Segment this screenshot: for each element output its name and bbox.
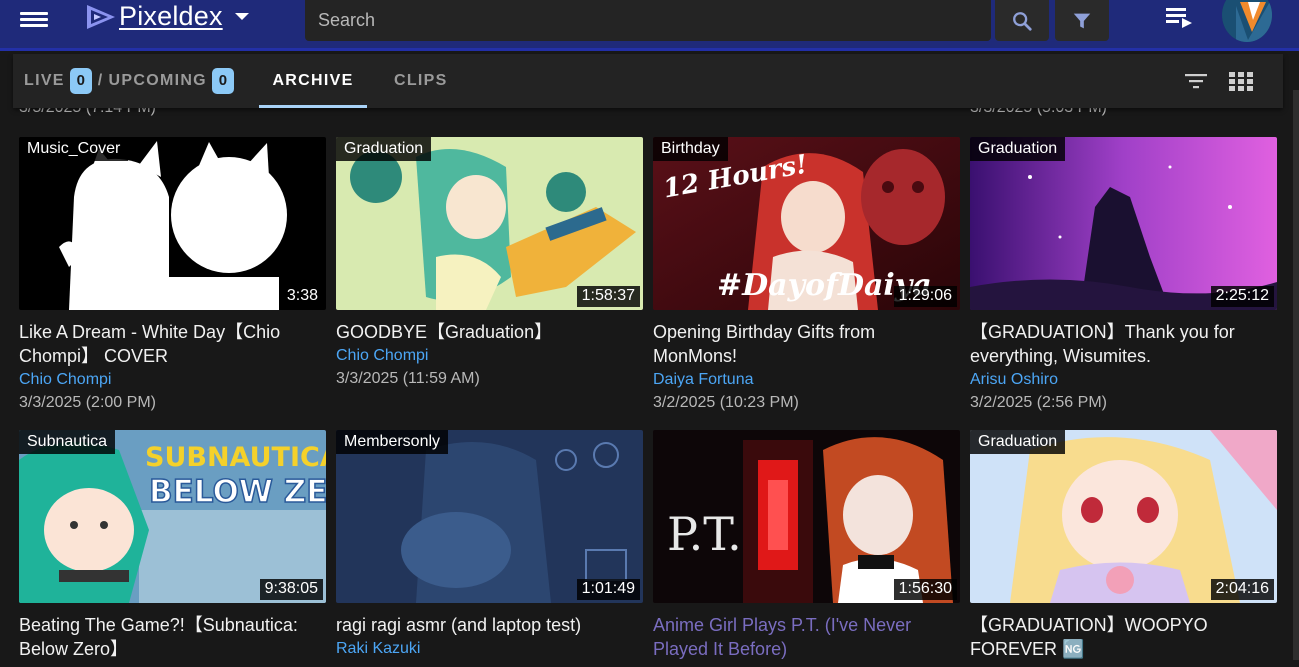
video-title[interactable]: Opening Birthday Gifts from MonMons! — [653, 320, 960, 368]
avatar[interactable] — [1222, 0, 1272, 42]
search-icon — [1013, 11, 1032, 31]
topic-badge: Graduation — [970, 430, 1066, 454]
video-date: 3/3/2025 (11:59 AM) — [336, 370, 480, 387]
duration-badge: 1:56:30 — [893, 579, 957, 600]
scrollbar[interactable] — [1293, 90, 1299, 660]
video-card[interactable]: SUBNAUTICA BELOW ZERO Subnautica 9:38:05… — [19, 430, 326, 661]
thumbnail-text: SUBNAUTICA — [145, 442, 326, 473]
video-card[interactable]: P.T. 1:56:30 Anime Girl Plays P.T. (I've… — [653, 430, 960, 661]
duration-badge: 2:04:16 — [1210, 579, 1274, 600]
duration-badge: 3:38 — [281, 286, 323, 307]
video-thumbnail[interactable]: P.T. 1:56:30 — [653, 430, 960, 603]
topic-badge: Graduation — [970, 137, 1066, 161]
duration-badge: 9:38:05 — [259, 579, 323, 600]
video-title[interactable]: 【GRADUATION】Thank you for everything, Wi… — [970, 320, 1277, 368]
channel-link[interactable]: Raki Kazuki — [336, 639, 643, 659]
search-button[interactable] — [995, 0, 1049, 41]
topic-badge: Membersonly — [336, 430, 449, 454]
tab-live-label: LIVE — [24, 72, 65, 89]
live-count-badge: 0 — [69, 68, 92, 94]
filter-icon — [1073, 13, 1091, 28]
topic-badge: Birthday — [653, 137, 728, 161]
duration-badge: 1:58:37 — [576, 286, 640, 307]
channel-link[interactable]: Chio Chompi — [336, 346, 643, 366]
video-card[interactable]: Membersonly 1:01:49 ragi ragi asmr (and … — [336, 430, 643, 659]
filter-button[interactable] — [1055, 0, 1109, 41]
app-bar: Pixeldex — [0, 0, 1299, 51]
video-thumbnail[interactable]: 12 Hours! #DayofDaiya Birthday 1:29:06 — [653, 137, 960, 310]
video-title[interactable]: GOODBYE【Graduation】 — [336, 320, 643, 344]
tab-bar: LIVE 0 / UPCOMING 0 ARCHIVE CLIPS — [13, 54, 1283, 108]
video-card[interactable]: Graduation 2:25:12 【GRADUATION】Thank you… — [970, 137, 1277, 413]
grid-view-icon[interactable] — [1229, 69, 1253, 93]
topic-badge: Subnautica — [19, 430, 116, 454]
channel-link[interactable]: Daiya Fortuna — [653, 370, 960, 390]
playlist-icon[interactable] — [1164, 6, 1194, 28]
video-title[interactable]: ragi ragi asmr (and laptop test) — [336, 613, 643, 637]
tab-live-upcoming[interactable]: LIVE 0 / UPCOMING 0 — [24, 54, 234, 108]
video-card[interactable]: 12 Hours! #DayofDaiya Birthday 1:29:06 O… — [653, 137, 960, 413]
video-date: 3/2/2025 (2:56 PM) — [970, 394, 1107, 411]
video-title[interactable]: Beating The Game?!【Subnautica: Below Zer… — [19, 613, 326, 661]
duration-badge: 1:29:06 — [893, 286, 957, 307]
channel-link[interactable]: Chio Chompi — [19, 370, 326, 390]
tab-archive-label: ARCHIVE — [272, 72, 354, 89]
caret-down-icon[interactable] — [235, 13, 249, 20]
video-thumbnail[interactable]: SUBNAUTICA BELOW ZERO Subnautica 9:38:05 — [19, 430, 326, 603]
sort-icon[interactable] — [1184, 69, 1208, 93]
active-tab-indicator — [259, 105, 367, 108]
tab-separator: / — [97, 72, 104, 89]
tab-clips[interactable]: CLIPS — [394, 54, 448, 108]
pixeldex-logo-icon[interactable] — [86, 4, 116, 30]
brand-name[interactable]: Pixeldex — [119, 1, 223, 32]
video-card[interactable]: Music_Cover 3:38 Like A Dream - White Da… — [19, 137, 326, 413]
thumbnail-text: BELOW ZERO — [149, 474, 326, 510]
video-card[interactable]: Graduation 2:04:16 【GRADUATION】WOOPYO FO… — [970, 430, 1277, 661]
upcoming-count-badge: 0 — [211, 68, 234, 94]
video-thumbnail[interactable]: Music_Cover 3:38 — [19, 137, 326, 310]
tab-upcoming-label: UPCOMING — [108, 72, 207, 89]
topic-badge: Music_Cover — [19, 137, 129, 161]
video-title[interactable]: Like A Dream - White Day【Chio Chompi】 CO… — [19, 320, 326, 368]
channel-link[interactable]: Arisu Oshiro — [970, 370, 1277, 390]
video-card[interactable]: Graduation 1:58:37 GOODBYE【Graduation】 C… — [336, 137, 643, 389]
video-thumbnail[interactable]: Graduation 2:04:16 — [970, 430, 1277, 603]
video-thumbnail[interactable]: Graduation 2:25:12 — [970, 137, 1277, 310]
menu-icon[interactable] — [20, 9, 48, 29]
video-date: 3/2/2025 (10:23 PM) — [653, 394, 799, 411]
search-box — [305, 0, 991, 41]
video-thumbnail[interactable]: Graduation 1:58:37 — [336, 137, 643, 310]
video-thumbnail[interactable]: Membersonly 1:01:49 — [336, 430, 643, 603]
video-date: 3/3/2025 (2:00 PM) — [19, 394, 156, 411]
video-title[interactable]: 【GRADUATION】WOOPYO FOREVER 🆖 — [970, 613, 1277, 661]
thumbnail-text: P.T. — [667, 507, 742, 561]
duration-badge: 2:25:12 — [1210, 286, 1274, 307]
duration-badge: 1:01:49 — [576, 579, 640, 600]
tab-clips-label: CLIPS — [394, 72, 448, 89]
search-input[interactable] — [305, 0, 991, 41]
tab-archive[interactable]: ARCHIVE — [259, 54, 367, 108]
topic-badge: Graduation — [336, 137, 432, 161]
video-title[interactable]: Anime Girl Plays P.T. (I've Never Played… — [653, 613, 960, 661]
